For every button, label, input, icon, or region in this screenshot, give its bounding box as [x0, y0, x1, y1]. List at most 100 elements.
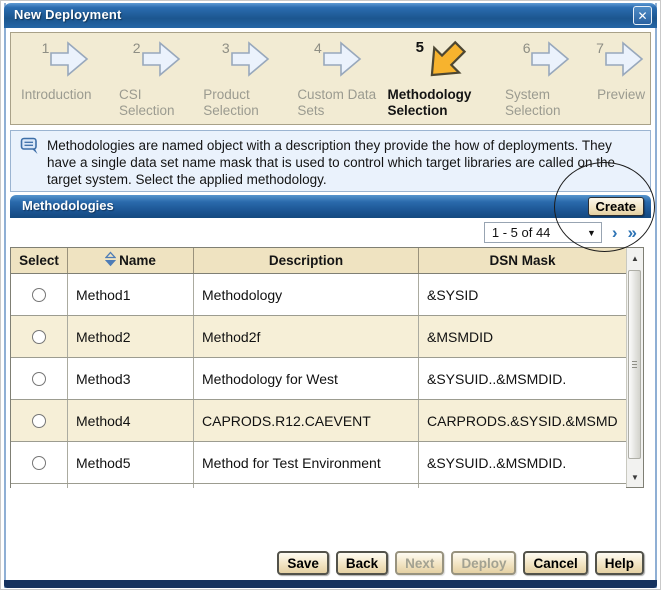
- description-cell: Methodology for West: [194, 358, 419, 399]
- wizard-step-product-selection[interactable]: 3 Product Selection: [199, 38, 293, 124]
- select-cell: [11, 442, 68, 483]
- cancel-button[interactable]: Cancel: [523, 551, 587, 575]
- table-row: Method4CAPRODS.R12.CAEVENTCARPRODS.&SYSI…: [11, 400, 626, 442]
- wizard-step-system-selection[interactable]: 6 System Selection: [501, 38, 593, 124]
- filler-cell: [68, 484, 194, 488]
- description-cell: Methodology: [194, 274, 419, 315]
- close-icon: ✕: [637, 9, 647, 23]
- save-button[interactable]: Save: [277, 551, 329, 575]
- step-label: System Selection: [501, 87, 593, 119]
- wizard-steps: 1Introduction 2 CSI Selection 3 Product Sele…: [10, 32, 651, 125]
- row-radio-button[interactable]: [32, 414, 46, 428]
- table-body: Method1Methodology&SYSIDMethod2Method2f&…: [11, 274, 626, 488]
- column-header-description: Description: [194, 248, 419, 273]
- table-row: Method3Methodology for West&SYSUID..&MSM…: [11, 358, 626, 400]
- filler-cell: [11, 484, 68, 488]
- step-arrow-icon: 6: [501, 40, 593, 84]
- dsn-mask-cell: &SYSUID..&MSMDID.: [419, 442, 626, 483]
- row-radio-button[interactable]: [32, 330, 46, 344]
- help-button[interactable]: Help: [595, 551, 644, 575]
- title-bar: New Deployment ✕: [4, 3, 657, 28]
- row-radio-button[interactable]: [32, 456, 46, 470]
- table-header: Select Name Description DSN Mask: [11, 248, 626, 274]
- scrollbar-grip: [632, 361, 637, 370]
- pagination-row: 1 - 5 of 44 ▼ › »: [10, 218, 651, 247]
- step-number: 2: [133, 40, 141, 55]
- page-range-label: 1 - 5 of 44: [492, 225, 551, 240]
- new-deployment-dialog: New Deployment ✕ 1Introduction 2 CSI Selec…: [4, 3, 657, 588]
- column-header-dsn-mask: DSN Mask: [419, 248, 626, 273]
- dsn-mask-cell: &SYSID: [419, 274, 626, 315]
- column-header-name[interactable]: Name: [68, 248, 194, 273]
- column-label: Select: [19, 253, 59, 268]
- info-text: Methodologies are named object with a de…: [47, 138, 615, 187]
- page-range-dropdown[interactable]: 1 - 5 of 44 ▼: [484, 222, 602, 243]
- wizard-step-preview[interactable]: 7Preview: [593, 38, 648, 124]
- scrollbar-thumb[interactable]: [628, 270, 641, 459]
- wizard-step-introduction[interactable]: 1Introduction: [17, 38, 115, 124]
- step-number: 5: [416, 40, 424, 55]
- table-row: Method1Methodology&SYSID: [11, 274, 626, 316]
- column-label: DSN Mask: [489, 253, 555, 268]
- name-cell: Method4: [68, 400, 194, 441]
- select-cell: [11, 358, 68, 399]
- deploy-button: Deploy: [451, 551, 516, 575]
- name-cell: Method1: [68, 274, 194, 315]
- scroll-up-icon[interactable]: ▲: [627, 250, 643, 266]
- row-radio-button[interactable]: [32, 288, 46, 302]
- window-bottom-edge: [4, 580, 657, 588]
- sort-up-down-icon[interactable]: [105, 251, 116, 270]
- dsn-mask-cell: &MSMDID: [419, 316, 626, 357]
- step-number: 1: [42, 40, 50, 55]
- chevron-down-icon: ▼: [587, 228, 596, 238]
- column-header-select: Select: [11, 248, 68, 273]
- column-label: Name: [119, 253, 156, 268]
- select-cell: [11, 400, 68, 441]
- description-cell: CAPRODS.R12.CAEVENT: [194, 400, 419, 441]
- step-label: Methodology Selection: [383, 87, 501, 119]
- methodologies-table: SelectNameDescriptionDSN Mask Method1Met…: [10, 247, 644, 488]
- name-cell: Method2: [68, 316, 194, 357]
- create-button[interactable]: Create: [588, 197, 644, 216]
- name-cell: Method3: [68, 358, 194, 399]
- step-number: 6: [523, 40, 531, 55]
- step-arrow-icon: 7: [593, 40, 648, 84]
- screenshot-frame: New Deployment ✕ 1Introduction 2 CSI Selec…: [0, 0, 661, 590]
- step-label: Custom Data Sets: [293, 87, 383, 119]
- step-number: 3: [222, 40, 230, 55]
- select-cell: [11, 316, 68, 357]
- vertical-scrollbar[interactable]: ▲ ▼: [626, 248, 643, 487]
- step-label: CSI Selection: [115, 87, 199, 119]
- description-cell: Method for Test Environment: [194, 442, 419, 483]
- scroll-down-icon[interactable]: ▼: [627, 469, 643, 485]
- row-radio-button[interactable]: [32, 372, 46, 386]
- select-cell: [11, 274, 68, 315]
- step-number: 7: [596, 40, 604, 55]
- methodologies-section-bar: Methodologies Create: [10, 195, 651, 218]
- back-button[interactable]: Back: [336, 551, 388, 575]
- dsn-mask-cell: CARPRODS.&SYSID.&MSMD: [419, 400, 626, 441]
- filler-cell: [419, 484, 626, 488]
- footer-buttons: Save Back Next Deploy Cancel Help: [277, 551, 644, 575]
- description-cell: Method2f: [194, 316, 419, 357]
- dsn-mask-cell: &SYSUID..&MSMDID.: [419, 358, 626, 399]
- wizard-step-custom-data-sets[interactable]: 4Custom Data Sets: [293, 38, 383, 124]
- step-arrow-icon: 1: [17, 40, 115, 84]
- info-box: Methodologies are named object with a de…: [10, 130, 651, 192]
- next-button: Next: [395, 551, 444, 575]
- name-cell: Method5: [68, 442, 194, 483]
- next-page-button[interactable]: ›: [612, 224, 618, 241]
- column-label: Description: [269, 253, 343, 268]
- step-arrow-icon: 3: [199, 40, 293, 84]
- table-filler-row: [11, 484, 626, 488]
- filler-cell: [194, 484, 419, 488]
- close-button[interactable]: ✕: [633, 6, 652, 25]
- window-title: New Deployment: [14, 7, 122, 22]
- step-label: Product Selection: [199, 87, 293, 119]
- wizard-step-csi-selection[interactable]: 2 CSI Selection: [115, 38, 199, 124]
- table-row: Method2Method2f&MSMDID: [11, 316, 626, 358]
- wizard-step-methodology-selection[interactable]: 5 Methodology Selection: [383, 38, 501, 124]
- step-arrow-icon: 4: [293, 40, 383, 84]
- last-page-button[interactable]: »: [628, 224, 637, 241]
- step-arrow-icon: 5: [383, 40, 501, 84]
